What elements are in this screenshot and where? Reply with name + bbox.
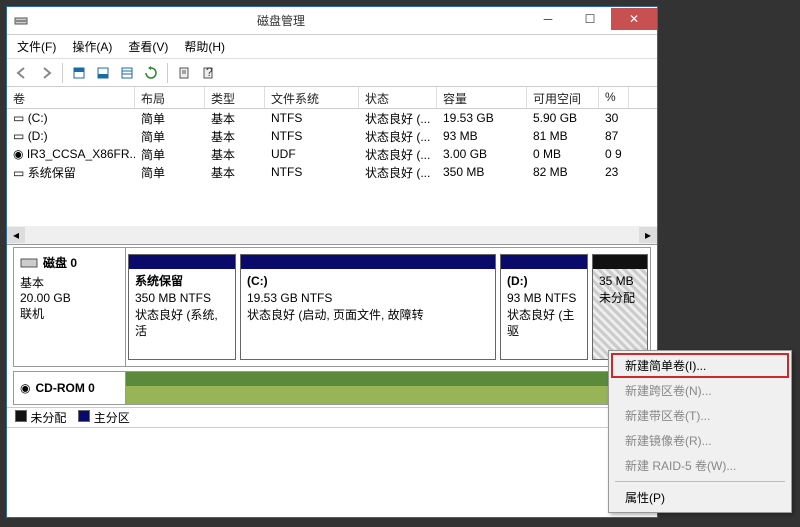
menu-separator [615,481,785,482]
table-row[interactable]: ◉ IR3_CCSA_X86FR... 简单 基本 UDF 状态良好 (... … [7,145,657,163]
cd-icon: ◉ [13,147,23,161]
table-row[interactable]: ▭ (C:) 简单 基本 NTFS 状态良好 (... 19.53 GB 5.9… [7,109,657,127]
disk-type: 基本 [20,274,119,291]
menubar: 文件(F) 操作(A) 查看(V) 帮助(H) [7,35,657,59]
refresh-button[interactable] [140,62,162,84]
forward-button[interactable] [35,62,57,84]
minimize-button[interactable]: ─ [527,8,569,30]
disk-icon: ▭ [13,129,24,143]
toolbar-separator [62,63,63,83]
cd-icon: ◉ [20,381,30,395]
toolbar-separator [167,63,168,83]
disk-size: 20.00 GB [20,291,119,305]
partition-d[interactable]: (D:) 93 MB NTFS 状态良好 (主驱 [500,254,588,360]
col-fs[interactable]: 文件系统 [265,87,359,108]
app-icon [13,13,29,29]
disk-management-window: 磁盘管理 ─ ☐ ✕ 文件(F) 操作(A) 查看(V) 帮助(H) ? 卷 布… [6,6,658,518]
partition-bar [501,255,587,269]
col-status[interactable]: 状态 [359,87,437,108]
table-body: ▭ (C:) 简单 基本 NTFS 状态良好 (... 19.53 GB 5.9… [7,109,657,226]
col-type[interactable]: 类型 [205,87,265,108]
disk-icon: ▭ [13,166,24,180]
menu-new-mirrored-volume: 新建镜像卷(R)... [611,428,789,453]
col-volume[interactable]: 卷 [7,87,135,108]
col-capacity[interactable]: 容量 [437,87,527,108]
menu-action[interactable]: 操作(A) [68,36,116,57]
statusbar [7,427,657,445]
close-button[interactable]: ✕ [611,8,657,30]
partition-bar [593,255,647,269]
scroll-left-button[interactable]: ◂ [7,227,25,243]
menu-file[interactable]: 文件(F) [13,36,60,57]
partition-bar [129,255,235,269]
menu-new-raid5-volume: 新建 RAID-5 卷(W)... [611,453,789,478]
volume-table: 卷 布局 类型 文件系统 状态 容量 可用空间 % ▭ (C:) 简单 基本 N… [7,87,657,245]
horizontal-scrollbar[interactable]: ◂ ▸ [7,226,657,244]
legend: 未分配 主分区 [7,407,657,427]
scroll-track[interactable] [25,227,639,243]
cdrom-name: CD-ROM 0 [35,381,94,395]
legend-swatch-unalloc [15,410,27,422]
view-top-button[interactable] [68,62,90,84]
cdrom-volume[interactable] [126,372,650,404]
partition-system-reserved[interactable]: 系统保留 350 MB NTFS 状态良好 (系统, 活 [128,254,236,360]
disk-icon [20,257,38,269]
disk-icon: ▭ [13,111,24,125]
disk-0-panel: 磁盘 0 基本 20.00 GB 联机 系统保留 350 MB NTFS 状态良… [13,247,651,367]
view-bottom-button[interactable] [92,62,114,84]
cdrom-panel[interactable]: ◉ CD-ROM 0 [13,371,651,405]
maximize-button[interactable]: ☐ [569,8,611,30]
partition-bar [241,255,495,269]
menu-help[interactable]: 帮助(H) [180,36,229,57]
view-list-button[interactable] [116,62,138,84]
table-row[interactable]: ▭ (D:) 简单 基本 NTFS 状态良好 (... 93 MB 81 MB … [7,127,657,145]
col-layout[interactable]: 布局 [135,87,205,108]
properties-button[interactable] [173,62,195,84]
menu-new-spanned-volume: 新建跨区卷(N)... [611,378,789,403]
window-title: 磁盘管理 [35,12,527,29]
disk-state: 联机 [20,305,119,322]
partition-unallocated[interactable]: 35 MB 未分配 [592,254,648,360]
back-button[interactable] [11,62,33,84]
help-button[interactable]: ? [197,62,219,84]
col-free[interactable]: 可用空间 [527,87,599,108]
cdrom-label: ◉ CD-ROM 0 [14,372,126,404]
svg-text:?: ? [206,66,213,79]
partitions: 系统保留 350 MB NTFS 状态良好 (系统, 活 (C:) 19.53 … [126,248,650,366]
menu-new-striped-volume: 新建带区卷(T)... [611,403,789,428]
disk-0-label[interactable]: 磁盘 0 基本 20.00 GB 联机 [14,248,126,366]
col-pct[interactable]: % [599,87,629,108]
menu-properties[interactable]: 属性(P) [611,485,789,510]
toolbar: ? [7,59,657,87]
menu-new-simple-volume[interactable]: 新建简单卷(I)... [611,353,789,378]
table-header: 卷 布局 类型 文件系统 状态 容量 可用空间 % [7,87,657,109]
legend-swatch-primary [78,410,90,422]
disk-name: 磁盘 0 [43,254,77,271]
table-row[interactable]: ▭ 系统保留 简单 基本 NTFS 状态良好 (... 350 MB 82 MB… [7,163,657,181]
context-menu: 新建简单卷(I)... 新建跨区卷(N)... 新建带区卷(T)... 新建镜像… [608,350,792,513]
menu-view[interactable]: 查看(V) [124,36,172,57]
scroll-right-button[interactable]: ▸ [639,227,657,243]
titlebar[interactable]: 磁盘管理 ─ ☐ ✕ [7,7,657,35]
partition-c[interactable]: (C:) 19.53 GB NTFS 状态良好 (启动, 页面文件, 故障转 [240,254,496,360]
